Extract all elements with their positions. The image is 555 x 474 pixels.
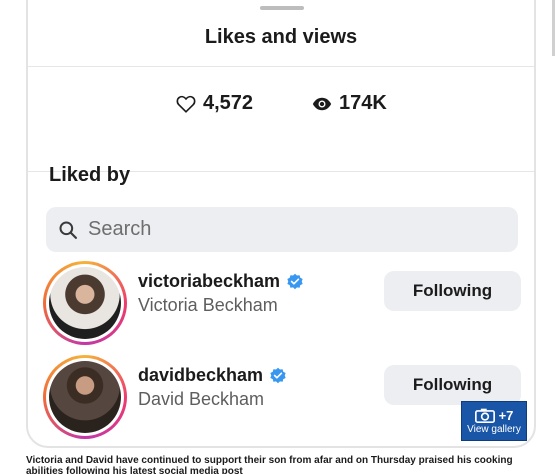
following-button[interactable]: Following [384, 271, 521, 311]
divider [28, 66, 534, 67]
avatar[interactable] [43, 261, 127, 345]
user-row[interactable]: victoriabeckham Victoria Beckham Followi… [43, 261, 521, 347]
avatar[interactable] [43, 355, 127, 439]
username-text[interactable]: victoriabeckham [138, 271, 280, 292]
eye-icon [312, 97, 332, 110]
username-text[interactable]: davidbeckham [138, 365, 263, 386]
gallery-count: +7 [498, 407, 514, 423]
views-stat: 174K [312, 92, 387, 115]
user-row[interactable]: davidbeckham David Beckham Following [43, 355, 521, 441]
view-gallery-button[interactable]: +7 View gallery [461, 401, 527, 441]
likes-stat: 4,572 [176, 92, 253, 115]
image-caption: Victoria and David have continued to sup… [26, 455, 513, 474]
username[interactable]: victoriabeckham [138, 271, 304, 292]
gallery-label: View gallery [467, 423, 521, 435]
drag-handle[interactable] [260, 6, 304, 10]
heart-icon [176, 95, 196, 113]
full-name: Victoria Beckham [138, 295, 278, 315]
following-button[interactable]: Following [384, 365, 521, 405]
views-count: 174K [339, 92, 387, 114]
likes-views-sheet: Likes and views 4,572 174K Liked by Sear… [26, 0, 536, 448]
full-name: David Beckham [138, 389, 265, 409]
search-input[interactable]: Search [46, 207, 518, 252]
camera-icon [474, 408, 495, 423]
profile-photo [49, 267, 121, 339]
search-icon [59, 221, 77, 239]
verified-badge-icon [270, 367, 286, 383]
username[interactable]: davidbeckham [138, 365, 287, 386]
sheet-title: Likes and views [204, 26, 358, 48]
verified-badge-icon [287, 273, 303, 289]
profile-photo [49, 361, 121, 433]
search-placeholder[interactable]: Search [88, 218, 151, 241]
likes-count: 4,572 [203, 92, 254, 114]
liked-by-heading: Liked by [49, 164, 131, 186]
